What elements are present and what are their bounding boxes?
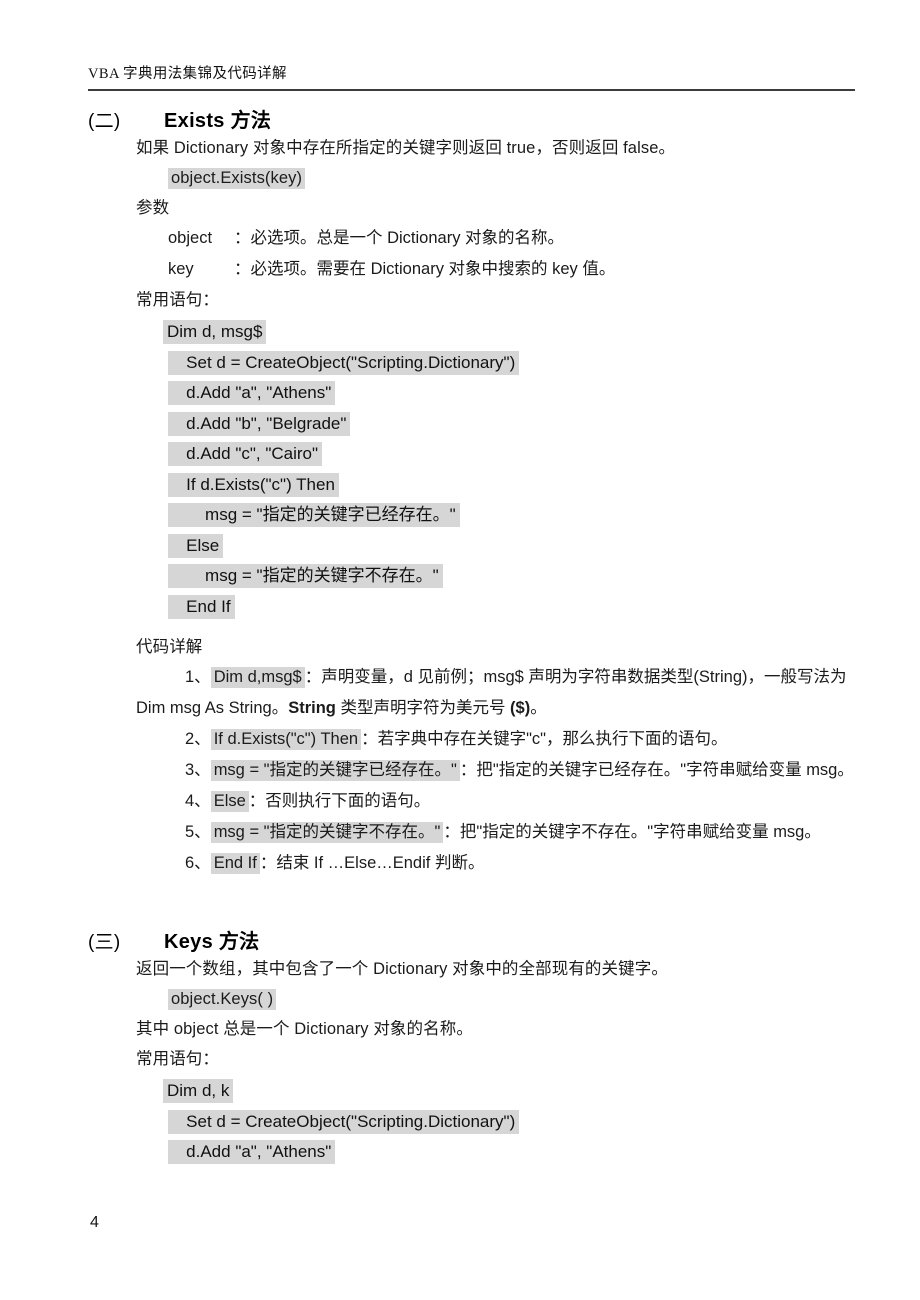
code-line: Set d = CreateObject("Scripting.Dictiona… — [168, 348, 920, 379]
item-code: Else — [210, 791, 249, 812]
keys-usage-label: 常用语句： — [136, 1050, 219, 1068]
code-line: msg = "指定的关键字已经存在。" — [168, 500, 920, 531]
keys-note: 其中 object 总是一个 Dictionary 对象的名称。 — [136, 1020, 473, 1038]
exists-intro: 如果 Dictionary 对象中存在所指定的关键字则返回 true，否则返回 … — [136, 139, 676, 157]
exists-syntax-code: object.Exists(key) — [168, 168, 306, 189]
item-number: 3、 — [185, 761, 211, 779]
param-row-object: object ：必选项。总是一个 Dictionary 对象的名称。 — [168, 223, 920, 254]
document-page: VBA 字典用法集锦及代码详解 (二) Exists 方法 如果 Diction… — [0, 0, 920, 1300]
page-content: (二) Exists 方法 如果 Dictionary 对象中存在所指定的关键字… — [0, 104, 920, 1168]
explain-item-5: 5、 msg = "指定的关键字不存在。" ：把"指定的关键字不存在。"字符串赋给变… — [136, 817, 865, 848]
page-number: 4 — [90, 1214, 99, 1231]
section-heading-exists: (二) Exists 方法 — [88, 104, 920, 133]
section-heading-keys: (三) Keys 方法 — [88, 925, 920, 954]
code-text: d.Add "b", "Belgrade" — [168, 411, 351, 436]
code-line: d.Add "a", "Athens" — [168, 1137, 920, 1168]
param-desc-object: ：必选项。总是一个 Dictionary 对象的名称。 — [234, 229, 565, 247]
exists-usage-label: 常用语句： — [136, 291, 219, 309]
explain-item-6: 6、 End If ：结束 If …Else…Endif 判断。 — [136, 848, 865, 879]
item-number: 4、 — [185, 792, 211, 810]
item-text: ：若字典中存在关键字"c"，那么执行下面的语句。 — [361, 730, 728, 748]
param-row-key: key ：必选项。需要在 Dictionary 对象中搜索的 key 值。 — [168, 254, 920, 285]
item-code: msg = "指定的关键字不存在。" — [210, 822, 444, 843]
code-line: msg = "指定的关键字不存在。" — [168, 561, 920, 592]
item-bold-string: String — [288, 699, 336, 717]
code-text: End If — [168, 594, 235, 619]
code-line: Dim d, k — [163, 1076, 920, 1107]
section-number: (三) — [88, 932, 121, 953]
item-code: If d.Exists("c") Then — [210, 729, 362, 750]
item-text: ：把"指定的关键字已经存在。"字符串赋给变量 msg。 — [459, 761, 854, 779]
code-text: Set d = CreateObject("Scripting.Dictiona… — [168, 350, 520, 375]
item-text: ：结束 If …Else…Endif 判断。 — [259, 854, 485, 872]
page-header: VBA 字典用法集锦及代码详解 — [88, 62, 855, 83]
code-text: msg = "指定的关键字已经存在。" — [168, 503, 460, 527]
item-number: 5、 — [185, 823, 211, 841]
item-text: ：否则执行下面的语句。 — [248, 792, 431, 810]
explain-item-1: 1、 Dim d,msg$ ：声明变量，d 见前例；msg$ 声明为字符串数据类型(… — [136, 662, 865, 724]
section-number: (二) — [88, 111, 121, 132]
item-text: ：把"指定的关键字不存在。"字符串赋给变量 msg。 — [443, 823, 821, 841]
item-number: 1、 — [185, 668, 211, 686]
code-line: d.Add "c", "Cairo" — [168, 439, 920, 470]
item-code: End If — [210, 853, 260, 874]
item-number: 2、 — [185, 730, 211, 748]
explain-item-4: 4、 Else ：否则执行下面的语句。 — [136, 786, 865, 817]
keys-code-block: Dim d, k Set d = CreateObject("Scripting… — [0, 1076, 920, 1168]
exists-params-label: 参数 — [136, 199, 170, 217]
section-title: Keys 方法 — [164, 931, 260, 953]
code-line: End If — [168, 592, 920, 623]
code-line: d.Add "a", "Athens" — [168, 378, 920, 409]
section-title: Exists 方法 — [164, 110, 272, 132]
code-text: msg = "指定的关键字不存在。" — [168, 564, 443, 588]
exists-explain-label: 代码详解 — [136, 638, 203, 656]
exists-code-block: Dim d, msg$ Set d = CreateObject("Script… — [0, 317, 920, 622]
param-name-key: key — [168, 260, 194, 278]
param-name-object: object — [168, 229, 213, 247]
code-text: Dim d, msg$ — [163, 320, 267, 344]
item-text-c: 。 — [530, 699, 547, 717]
code-text: d.Add "a", "Athens" — [168, 381, 336, 405]
code-text: d.Add "c", "Cairo" — [168, 442, 323, 466]
code-line: Else — [168, 531, 920, 562]
running-title: VBA 字典用法集锦及代码详解 — [88, 66, 287, 82]
item-code: msg = "指定的关键字已经存在。" — [210, 760, 460, 781]
code-text: Set d = CreateObject("Scripting.Dictiona… — [168, 1109, 520, 1134]
code-line: Set d = CreateObject("Scripting.Dictiona… — [168, 1107, 920, 1138]
code-text: d.Add "a", "Athens" — [168, 1140, 336, 1164]
param-desc-key: ：必选项。需要在 Dictionary 对象中搜索的 key 值。 — [234, 260, 616, 278]
keys-intro: 返回一个数组，其中包含了一个 Dictionary 对象中的全部现有的关键字。 — [136, 960, 668, 978]
item-text-b: 类型声明字符为美元号 — [335, 699, 511, 717]
code-text: If d.Exists("c") Then — [168, 472, 339, 497]
explain-item-3: 3、 msg = "指定的关键字已经存在。" ：把"指定的关键字已经存在。"字符串赋… — [136, 755, 865, 786]
code-text: Dim d, k — [163, 1079, 234, 1103]
code-line: If d.Exists("c") Then — [168, 470, 920, 501]
code-text: Else — [168, 533, 224, 558]
item-code: Dim d,msg$ — [210, 667, 305, 688]
item-number: 6、 — [185, 854, 211, 872]
keys-syntax-code: object.Keys( ) — [168, 989, 277, 1010]
explain-item-2: 2、 If d.Exists("c") Then ：若字典中存在关键字"c"，那么执… — [136, 724, 865, 755]
code-line: Dim d, msg$ — [163, 317, 920, 348]
keys-syntax-line: object.Keys( ) — [168, 984, 865, 1014]
header-rule — [88, 89, 855, 91]
code-line: d.Add "b", "Belgrade" — [168, 409, 920, 440]
item-bold-dollar: ($) — [510, 699, 531, 717]
exists-syntax-line: object.Exists(key) — [168, 163, 865, 193]
